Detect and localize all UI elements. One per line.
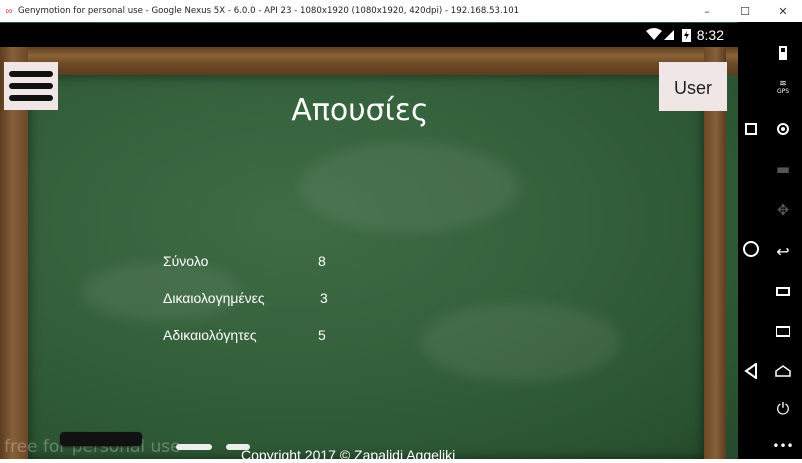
- window-title-bar: ∞ Genymotion for personal use - Google N…: [0, 0, 802, 23]
- stat-justified-label: Δικαιολογημένες: [163, 290, 265, 306]
- stat-total-label: Σύνολο: [163, 253, 209, 269]
- status-time: 8:32: [696, 27, 724, 43]
- user-button[interactable]: User: [659, 62, 727, 111]
- genymotion-logo-icon: ∞: [5, 5, 13, 17]
- move-icon: ✥: [776, 201, 790, 219]
- android-status-bar: 8:32: [0, 23, 738, 47]
- webcam-icon[interactable]: [764, 118, 802, 140]
- home-icon[interactable]: [738, 238, 764, 260]
- eraser-decoration: [60, 432, 142, 446]
- media-icon: ▬: [775, 160, 791, 178]
- copyright-text: Copyright 2017 © Zapalidi Aggeliki: [241, 447, 456, 463]
- chalk-decoration: [176, 444, 212, 450]
- battery-icon[interactable]: [764, 42, 802, 64]
- back-icon[interactable]: [738, 360, 764, 382]
- chalkboard: [28, 75, 704, 459]
- stat-unjustified-label: Αδικαιολόγητες: [163, 327, 257, 343]
- power-icon[interactable]: ⏻: [764, 398, 802, 420]
- close-button[interactable]: ✕: [764, 0, 802, 22]
- menu-hamburger-button[interactable]: [4, 62, 58, 110]
- minimize-button[interactable]: –: [688, 0, 726, 22]
- recent-apps-side-icon[interactable]: [764, 280, 802, 302]
- back-arrow-icon[interactable]: ↩: [764, 240, 802, 262]
- menu-bar-icon: [9, 95, 53, 101]
- gps-signal-icon: ≋: [779, 78, 787, 89]
- stat-justified-value: 3: [320, 290, 328, 306]
- menu-bar-icon: [9, 83, 53, 89]
- wifi-signal-icon: [645, 28, 674, 40]
- chalkboard-frame-top: [0, 47, 738, 75]
- genymotion-sidebar: ≋ GPS ▬ ✥ ↩ ⏻ •••: [764, 22, 802, 459]
- recent-apps-icon[interactable]: [738, 119, 764, 139]
- menu-bar-icon: [9, 71, 53, 77]
- stat-unjustified-value: 5: [318, 327, 326, 343]
- home-side-icon[interactable]: [764, 360, 802, 382]
- gps-icon[interactable]: ≋ GPS: [764, 76, 802, 98]
- maximize-button[interactable]: ☐: [726, 0, 764, 22]
- window-controls: – ☐ ✕: [688, 0, 802, 22]
- page-title: Απουσίες: [291, 93, 429, 128]
- battery-charging-icon: [681, 29, 691, 42]
- android-nav-bar: [738, 22, 764, 459]
- stat-total-value: 8: [318, 253, 326, 269]
- more-options-icon[interactable]: •••: [764, 436, 802, 456]
- menu-side-icon[interactable]: [764, 320, 802, 342]
- window-title: Genymotion for personal use - Google Nex…: [18, 6, 520, 16]
